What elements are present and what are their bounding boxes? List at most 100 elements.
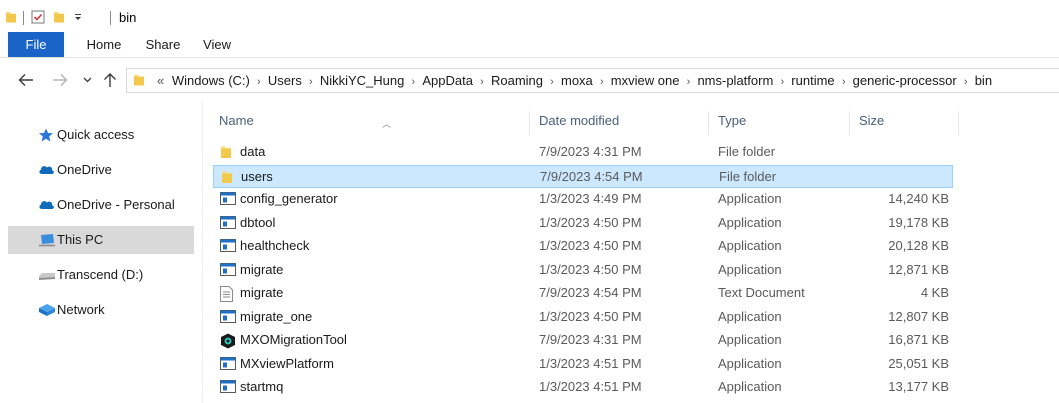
breadcrumb-item[interactable]: Roaming xyxy=(491,73,543,88)
mxo-app-icon xyxy=(220,333,236,349)
address-field[interactable]: « Windows (C:) › Users › NikkiYC_Hung › AppDat… xyxy=(126,68,1059,93)
column-header-date-modified[interactable]: Date modified xyxy=(539,111,709,131)
chevron-right-icon[interactable]: › xyxy=(543,71,561,92)
file-type: Text Document xyxy=(718,285,805,300)
breadcrumb-item[interactable]: Users xyxy=(268,73,302,88)
file-date-modified: 7/9/2023 4:54 PM xyxy=(540,168,643,184)
column-divider[interactable] xyxy=(958,111,959,135)
chevron-right-icon[interactable]: › xyxy=(773,71,791,92)
file-size: 16,871 KB xyxy=(888,332,949,347)
application-icon xyxy=(220,356,236,371)
file-date-modified: 1/3/2023 4:49 PM xyxy=(539,191,642,206)
file-row[interactable]: migrate 1/3/2023 4:50 PM Application 12,871… xyxy=(213,259,953,282)
forward-arrow-icon[interactable] xyxy=(50,71,70,89)
breadcrumb-item[interactable]: NikkiYC_Hung xyxy=(320,73,405,88)
breadcrumb-overflow[interactable]: « xyxy=(157,73,164,88)
file-date-modified: 1/3/2023 4:51 PM xyxy=(539,355,642,371)
file-size: 25,051 KB xyxy=(888,355,949,371)
chevron-right-icon[interactable]: › xyxy=(593,71,611,92)
nav-item-label: Quick access xyxy=(57,127,135,142)
properties-icon[interactable] xyxy=(30,9,46,25)
column-header-size[interactable]: Size xyxy=(859,111,949,131)
cloud-icon xyxy=(38,198,54,212)
folder-icon xyxy=(4,9,18,25)
column-divider[interactable] xyxy=(849,111,850,135)
file-row[interactable]: migrate_one 1/3/2023 4:50 PM Application 12… xyxy=(213,306,953,329)
file-type: Application xyxy=(718,379,782,394)
column-header-label: Name xyxy=(219,113,254,128)
nav-item-quick-access[interactable]: Quick access xyxy=(8,121,194,149)
breadcrumb-item[interactable]: runtime xyxy=(791,73,834,88)
tab-view[interactable]: View xyxy=(196,32,238,57)
column-header-type[interactable]: Type xyxy=(718,111,848,131)
file-date-modified: 7/9/2023 4:54 PM xyxy=(539,285,642,300)
nav-item-this-pc[interactable]: This PC xyxy=(8,226,194,254)
chevron-right-icon[interactable]: › xyxy=(957,71,975,92)
file-name: dbtool xyxy=(240,214,276,230)
column-divider[interactable] xyxy=(708,111,709,135)
file-row[interactable]: MXviewPlatform 1/3/2023 4:51 PM Applicatio… xyxy=(213,353,953,376)
file-size: 12,871 KB xyxy=(888,261,949,277)
file-date-modified: 1/3/2023 4:51 PM xyxy=(539,379,642,394)
computer-icon xyxy=(38,233,55,247)
drive-icon xyxy=(38,268,55,282)
up-arrow-icon[interactable] xyxy=(101,71,119,89)
file-size: 12,807 KB xyxy=(888,308,949,324)
application-icon xyxy=(220,215,236,230)
chevron-right-icon[interactable]: › xyxy=(250,71,268,92)
file-row[interactable]: data 7/9/2023 4:31 PM File folder xyxy=(213,141,953,164)
tab-home[interactable]: Home xyxy=(78,32,130,57)
file-size: 14,240 KB xyxy=(888,191,949,206)
tab-share[interactable]: Share xyxy=(138,32,188,57)
file-row[interactable]: users 7/9/2023 4:54 PM File folder xyxy=(213,164,953,188)
application-icon xyxy=(220,239,236,253)
nav-item-onedrive[interactable]: OneDrive xyxy=(8,156,194,184)
file-type: Application xyxy=(718,308,782,324)
nav-item-onedrive-personal[interactable]: OneDrive - Personal xyxy=(8,191,194,219)
file-name: MXOMigrationTool xyxy=(240,332,347,347)
tab-file[interactable]: File xyxy=(8,32,64,57)
file-row[interactable]: startmq 1/3/2023 4:51 PM Application 13,177… xyxy=(213,376,953,399)
file-row[interactable]: healthcheck 1/3/2023 4:50 PM Application 20… xyxy=(213,235,953,258)
window-title: bin xyxy=(119,10,137,25)
file-date-modified: 1/3/2023 4:50 PM xyxy=(539,308,642,324)
new-folder-icon[interactable] xyxy=(51,9,67,25)
chevron-right-icon[interactable]: › xyxy=(835,71,853,92)
breadcrumb-item[interactable]: Windows (C:) xyxy=(172,73,250,88)
file-row[interactable]: migrate 7/9/2023 4:54 PM Text Document 4 KB xyxy=(213,282,953,305)
address-bar: « Windows (C:) › Users › NikkiYC_Hung › AppDat… xyxy=(0,59,1059,101)
file-row[interactable]: config_generator 1/3/2023 4:49 PM Applicat… xyxy=(213,188,953,211)
title-separator xyxy=(110,11,111,25)
column-divider[interactable] xyxy=(529,111,530,135)
file-type: Application xyxy=(718,332,782,347)
column-header-name[interactable]: Name ︿ xyxy=(219,111,519,131)
customize-toolbar-icon[interactable] xyxy=(71,9,85,25)
breadcrumb-item[interactable]: mxview one xyxy=(611,73,680,88)
breadcrumb-item[interactable]: bin xyxy=(975,73,992,88)
nav-item-transcend-d[interactable]: Transcend (D:) xyxy=(8,261,194,289)
file-date-modified: 1/3/2023 4:50 PM xyxy=(539,238,642,253)
folder-icon xyxy=(221,170,237,184)
application-icon xyxy=(220,262,236,277)
breadcrumb-item[interactable]: generic-processor xyxy=(853,73,957,88)
file-list: Name ︿ Date modified Type Size data 7/9/2… xyxy=(203,101,1059,403)
file-type: Application xyxy=(718,191,782,206)
back-arrow-icon[interactable] xyxy=(16,71,36,89)
file-name: migrate xyxy=(240,261,284,277)
file-name: migrate_one xyxy=(240,308,313,324)
file-type: Application xyxy=(718,214,782,230)
file-row[interactable]: dbtool 1/3/2023 4:50 PM Application 19,178 … xyxy=(213,212,953,235)
chevron-right-icon[interactable]: › xyxy=(473,71,491,92)
breadcrumb-item[interactable]: AppData xyxy=(422,73,473,88)
chevron-right-icon[interactable]: › xyxy=(404,71,422,92)
chevron-right-icon[interactable]: › xyxy=(302,71,320,92)
title-bar: bin xyxy=(0,0,1059,32)
file-date-modified: 1/3/2023 4:50 PM xyxy=(539,261,642,277)
recent-locations-chevron-icon[interactable] xyxy=(80,71,94,89)
nav-item-network[interactable]: Network xyxy=(8,296,194,324)
file-row[interactable]: MXOMigrationTool 7/9/2023 4:31 PM Applicat… xyxy=(213,329,953,352)
chevron-right-icon[interactable]: › xyxy=(679,71,697,92)
text-document-icon xyxy=(220,286,236,302)
breadcrumb-item[interactable]: moxa xyxy=(561,73,593,88)
breadcrumb-item[interactable]: nms-platform xyxy=(697,73,773,88)
